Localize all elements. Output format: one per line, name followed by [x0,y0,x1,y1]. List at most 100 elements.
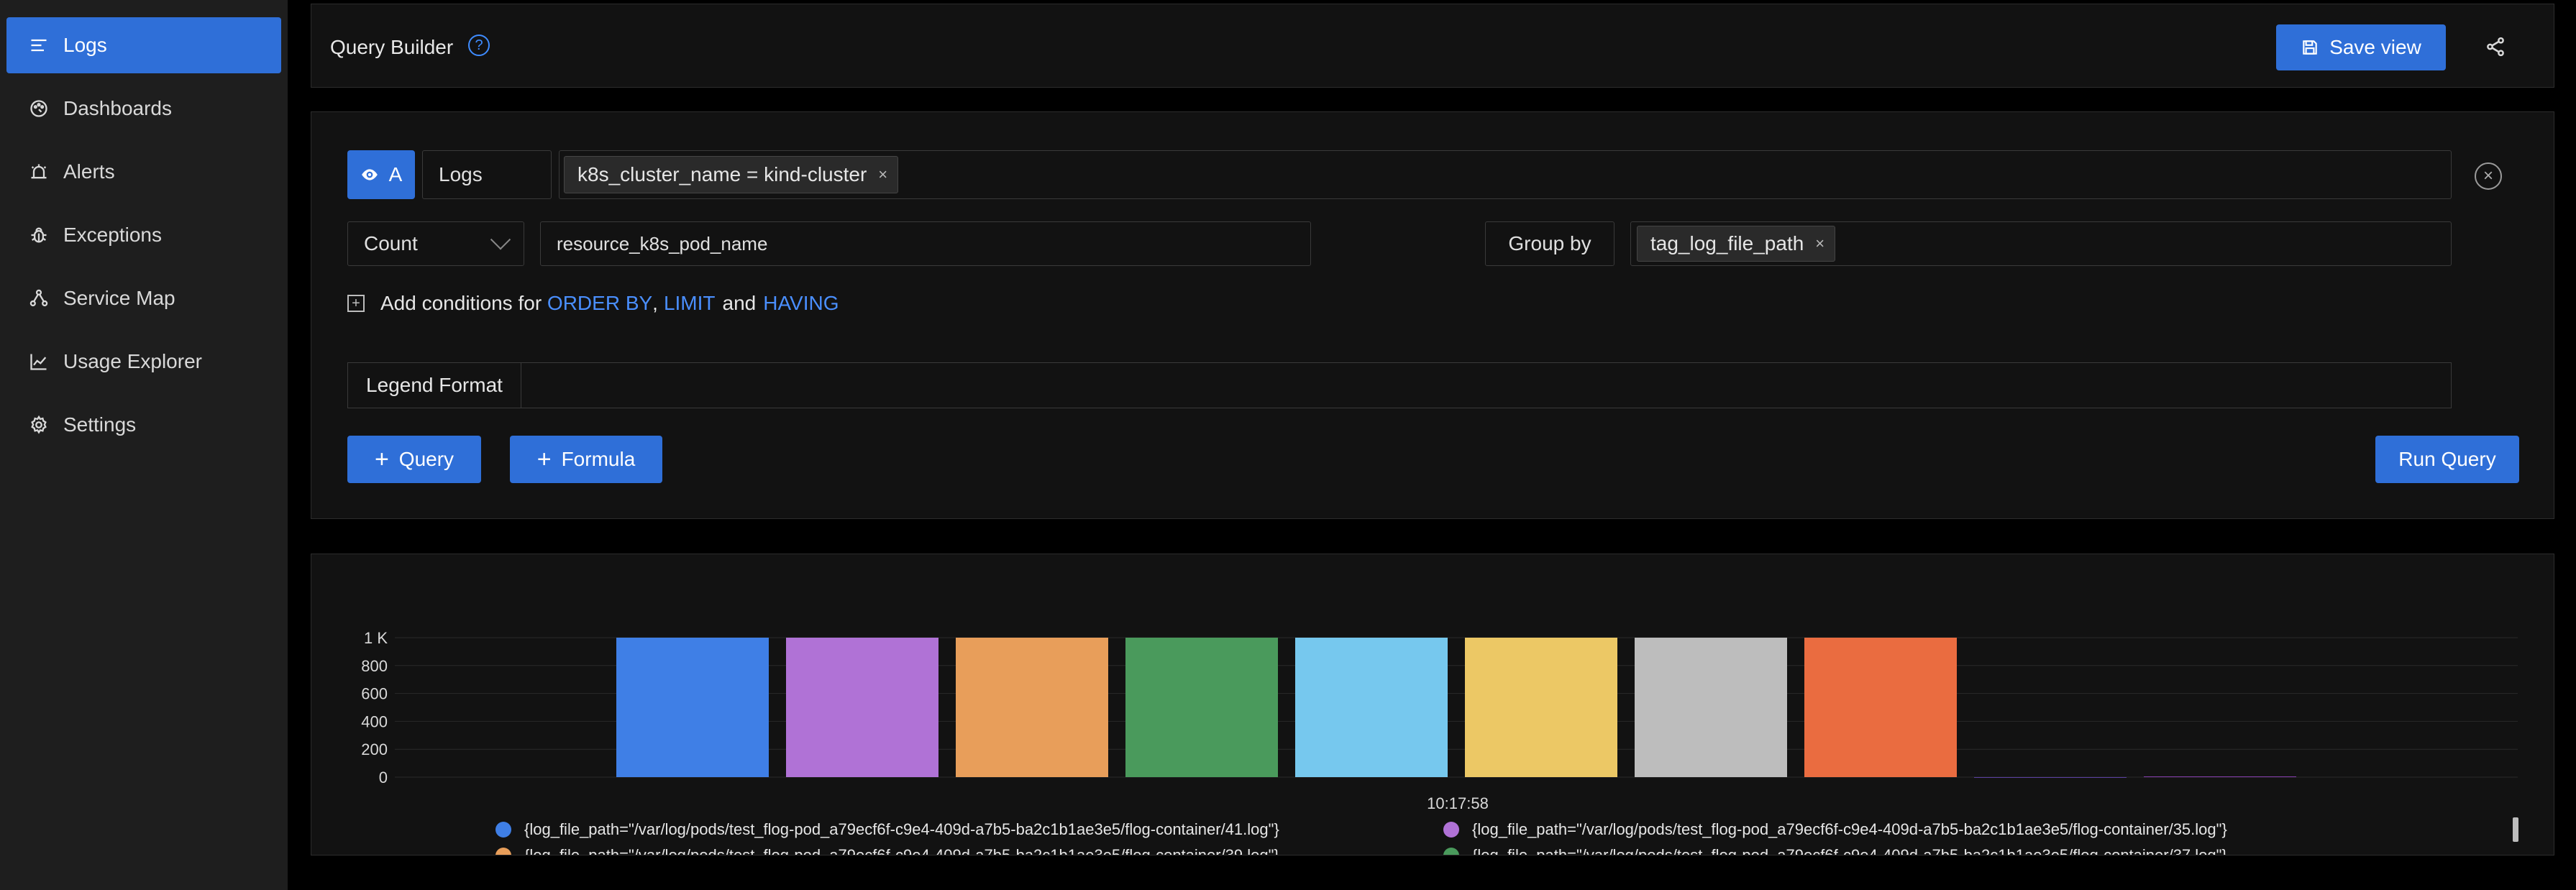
query-visibility-toggle[interactable]: A [347,150,415,199]
save-icon [2303,40,2317,55]
chart-bar[interactable] [786,638,938,777]
alert-icon [28,161,50,183]
y-tick-label: 1 K [364,629,388,647]
save-view-label: Save view [2329,36,2421,58]
legend-item[interactable]: {log_file_path="/var/log/pods/test_flog-… [1443,820,2227,839]
expand-icon[interactable]: + [347,295,365,312]
query-name: A [388,163,403,185]
sidebar-item-label: Service Map [63,287,175,309]
chart-bar[interactable] [956,638,1108,777]
sidebar-item-label: Alerts [63,160,115,183]
legend-format-input[interactable] [521,363,2451,408]
add-formula-button[interactable]: + Formula [510,436,662,483]
close-icon[interactable]: × [878,165,887,184]
sidebar-item-label: Exceptions [63,224,162,246]
order-by-link[interactable]: ORDER BY [547,292,652,315]
having-link[interactable]: HAVING [763,292,839,315]
group-by-tag: tag_log_file_path × [1637,226,1836,262]
y-tick-label: 0 [379,769,388,786]
filter-tag-label: k8s_cluster_name = kind-cluster [577,163,867,185]
legend-label: {log_file_path="/var/log/pods/test_flog-… [524,820,1279,838]
plus-icon: + [374,446,389,473]
chart-bar[interactable] [1974,777,2127,778]
legend-label: {log_file_path="/var/log/pods/test_flog-… [1472,846,2227,855]
legend-swatch [1443,822,1459,838]
sidebar-item-alerts[interactable]: Alerts [6,144,281,200]
query-builder-panel: A Logs k8s_cluster_name = kind-cluster ×… [311,111,2554,519]
legend-item[interactable]: {log_file_path="/var/log/pods/test_flog-… [1443,846,2227,855]
sidebar-item-label: Settings [63,413,137,436]
y-tick-label: 600 [361,685,388,703]
sidebar-item-usage-explorer[interactable]: Usage Explorer [6,334,281,390]
aggregate-attribute-input[interactable]: resource_k8s_pod_name [540,221,1311,266]
aggregate-operator-select[interactable]: Count [347,221,524,266]
comma-text: , [652,292,658,314]
chevron-down-icon [490,229,511,250]
filter-input[interactable]: k8s_cluster_name = kind-cluster × [559,150,2452,199]
chart-line-icon [28,351,50,372]
legend-format-label: Legend Format [348,363,521,408]
data-source-select[interactable]: Logs [422,150,552,199]
legend-swatch [495,848,511,855]
group-by-label-text: Group by [1508,232,1591,254]
dashboard-icon [28,98,50,119]
and-text: and [722,292,757,314]
y-tick-label: 200 [361,740,388,758]
sidebar-item-label: Usage Explorer [63,350,202,372]
chart-bar[interactable] [1804,638,1957,777]
service-map-icon [28,288,50,309]
sidebar-item-exceptions[interactable]: Exceptions [6,207,281,263]
add-query-button[interactable]: + Query [347,436,481,483]
chart-bar[interactable] [1125,638,1278,777]
legend-item[interactable]: {log_file_path="/var/log/pods/test_flog-… [495,820,1279,839]
chart-panel: 1 K 800 600 400 200 0 10:17:58 {log_file_path=… [311,554,2554,855]
data-source-value: Logs [439,163,483,185]
logs-icon [28,35,50,56]
close-icon[interactable]: × [1815,234,1824,253]
chart-bar[interactable] [1465,638,1617,777]
aggregate-attribute-value: resource_k8s_pod_name [557,232,768,254]
gear-icon [28,414,50,436]
group-by-label: Group by [1485,221,1614,266]
sidebar-item-service-map[interactable]: Service Map [6,270,281,326]
aggregate-operator-value: Count [364,232,418,254]
legend-swatch [495,822,511,838]
help-icon[interactable]: ? [468,35,490,56]
limit-link[interactable]: LIMIT [664,292,716,315]
group-by-tag-label: tag_log_file_path [1650,232,1804,254]
sidebar-item-label: Logs [63,34,107,56]
legend-item[interactable]: {log_file_path="/var/log/pods/test_flog-… [495,846,1279,855]
chart-bar[interactable] [2144,776,2296,778]
chart-bar[interactable] [1635,638,1787,777]
chart-bar[interactable] [616,638,769,777]
page-title: Query Builder [330,36,454,58]
sidebar-item-label: Dashboards [63,97,172,119]
legend-format-field: Legend Format [347,362,2452,408]
add-formula-label: Formula [561,448,636,470]
run-query-button[interactable]: Run Query [2375,436,2519,483]
remove-query-icon[interactable]: × [2475,162,2502,190]
legend-label: {log_file_path="/var/log/pods/test_flog-… [1472,820,2227,838]
x-tick-label: 10:17:58 [1427,794,1489,812]
sidebar-item-logs[interactable]: Logs [6,17,281,73]
chart-bar[interactable] [1295,638,1448,777]
query-builder-header: Query Builder ? Save view [311,4,2554,88]
group-by-input[interactable]: tag_log_file_path × [1630,221,2452,266]
add-conditions-text: Add conditions for [380,292,547,314]
sidebar-item-dashboards[interactable]: Dashboards [6,81,281,137]
eye-icon [361,169,378,180]
legend-scrollbar[interactable] [2513,817,2518,842]
share-icon[interactable] [2485,36,2506,58]
sidebar-item-settings[interactable]: Settings [6,397,281,453]
legend-label: {log_file_path="/var/log/pods/test_flog-… [524,846,1279,855]
save-view-button[interactable]: Save view [2276,24,2446,70]
run-query-label: Run Query [2398,448,2496,470]
filter-tag: k8s_cluster_name = kind-cluster × [564,156,899,193]
add-conditions-row[interactable]: + Add conditions for ORDER BY , LIMIT an… [347,292,839,315]
bug-icon [28,224,50,246]
bar-chart: 1 K 800 600 400 200 0 10:17:58 [361,629,2518,812]
plus-icon: + [536,446,552,473]
sidebar: Logs Dashboards Alerts Exceptions Servic… [0,0,288,890]
add-query-label: Query [398,448,455,470]
y-tick-label: 800 [361,657,388,675]
